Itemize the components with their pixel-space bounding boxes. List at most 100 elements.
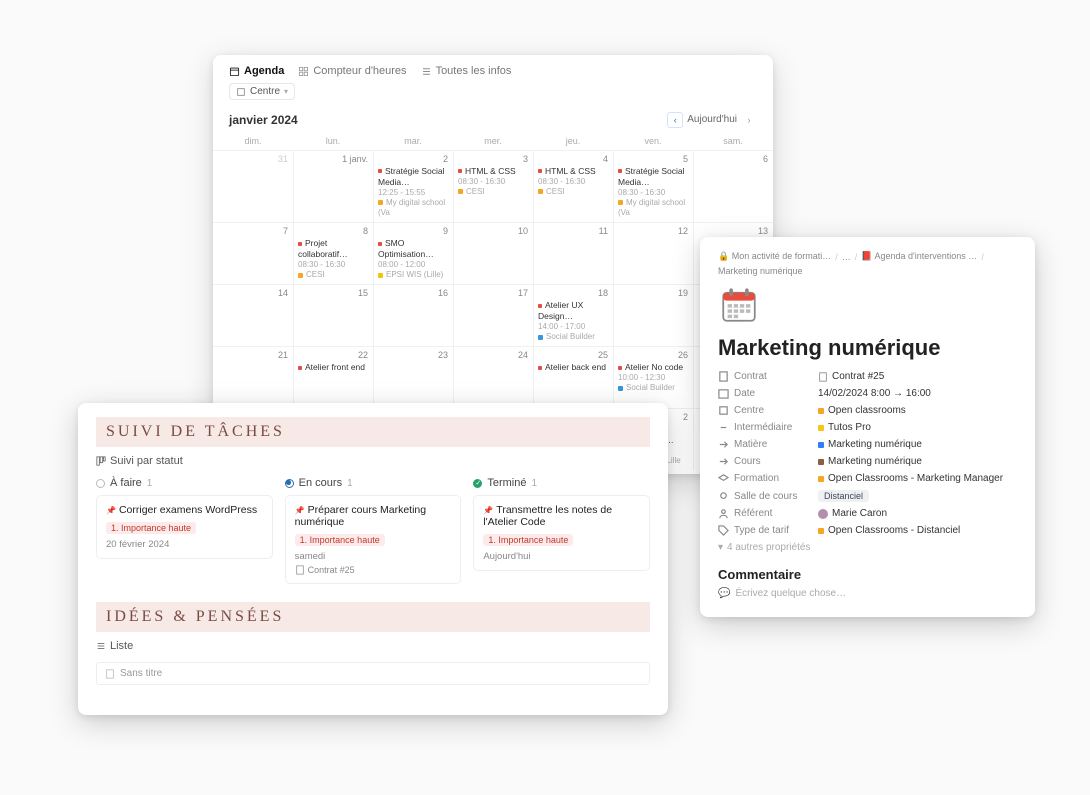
day-cell[interactable]: 17 [453,284,533,346]
day-cell[interactable]: 23 [373,346,453,408]
tag-icon [718,525,729,536]
day-cell[interactable]: 31 [213,150,293,222]
calendar-event[interactable]: Stratégie Social Media… 08:30 - 16:30 My… [618,166,689,219]
property-list: Contrat Contrat #25 Date 14/02/2024 8:00… [718,371,1017,536]
prop-matiere[interactable]: Marketing numérique [818,439,1017,450]
prop-cours[interactable]: Marketing numérique [818,456,1017,467]
crumb-agenda[interactable]: 📕 Agenda d'interventions … [861,251,977,262]
day-cell[interactable]: 7 [213,222,293,284]
filter-centre[interactable]: Centre ▾ [229,83,295,100]
pin-icon [718,491,729,502]
prop-contrat[interactable]: Contrat #25 [818,371,1017,382]
breadcrumb: 🔒 Mon activité de formati… /…/ 📕 Agenda … [718,251,1017,276]
day-cell[interactable]: 11 [533,222,613,284]
day-cell[interactable]: 14 [213,284,293,346]
day-cell[interactable]: 21 [213,346,293,408]
next-month-button[interactable]: › [741,112,757,128]
calendar-event[interactable]: Atelier No code 10:00 - 12:30 Social Bui… [618,362,689,394]
calendar-event[interactable]: Stratégie Social Media… 12:25 - 15:55 My… [378,166,449,219]
person-icon [718,508,729,519]
calendar-event[interactable]: Projet collaboratif… 08:30 - 16:30 CESI [298,238,369,281]
prop-salle[interactable]: Distanciel [818,490,1017,502]
calendar-event[interactable]: Atelier back end [538,362,609,373]
list-icon [96,641,106,651]
calendar-event[interactable]: Atelier front end [298,362,369,373]
today-button[interactable]: Aujourd'hui [687,114,737,125]
day-cell[interactable]: 1 janv. [293,150,373,222]
tab-agenda[interactable]: Agenda [229,65,284,77]
prev-month-button[interactable]: ‹ [667,112,683,128]
task-date: samedi [295,551,452,562]
day-cell[interactable]: 3 HTML & CSS 08:30 - 16:30 CESI [453,150,533,222]
task-title: Corriger examens WordPress [106,504,263,516]
task-card[interactable]: Transmettre les notes de l'Atelier Code … [473,495,650,571]
day-cell[interactable]: 8 Projet collaboratif… 08:30 - 16:30 CES… [293,222,373,284]
month-title: janvier 2024 [229,113,298,127]
calendar-large-icon [718,284,760,326]
column-done: Terminé 1 Transmettre les notes de l'Ate… [473,477,650,584]
calendar-tabs: Agenda Compteur d'heures Toutes les info… [213,55,773,77]
prop-date[interactable]: 14/02/2024 8:00 → 16:00 [818,388,1017,399]
day-cell[interactable]: 2 Stratégie Social Media… 12:25 - 15:55 … [373,150,453,222]
calendar-icon [229,66,240,77]
day-cell[interactable]: 24 [453,346,533,408]
arrow-icon [718,439,729,450]
doc-icon [718,371,729,382]
day-cell[interactable]: 5 Stratégie Social Media… 08:30 - 16:30 … [613,150,693,222]
day-cell[interactable]: 18 Atelier UX Design… 14:00 - 17:00 Soci… [533,284,613,346]
ideas-section: IDÉES & PENSÉES Liste Sans titre [96,602,650,685]
tasks-panel: SUIVI DE TÂCHES Suivi par statut À faire… [78,403,668,715]
day-cell[interactable]: 22 Atelier front end [293,346,373,408]
tab-toutes[interactable]: Toutes les infos [421,65,512,77]
prop-intermediaire[interactable]: Tutos Pro [818,422,1017,433]
day-cell[interactable]: 19 [613,284,693,346]
prop-tarif[interactable]: Open Classrooms - Distanciel [818,525,1017,536]
task-title: Préparer cours Marketing numérique [295,504,452,528]
board-icon [96,456,106,466]
prop-formation[interactable]: Open Classrooms - Marketing Manager [818,473,1017,484]
document-icon [295,565,305,575]
priority-badge: 1. Importance haute [106,522,196,534]
day-cell[interactable]: 15 [293,284,373,346]
day-cell[interactable]: 10 [453,222,533,284]
task-date: 20 février 2024 [106,539,263,550]
day-cell[interactable]: 16 [373,284,453,346]
task-date: Aujourd'hui [483,551,640,562]
day-cell[interactable]: 25 Atelier back end [533,346,613,408]
prop-centre[interactable]: Open classrooms [818,405,1017,416]
grid-icon [298,66,309,77]
comment-input[interactable]: 💬 Écrivez quelque chose… [718,588,1017,599]
calendar-event[interactable]: HTML & CSS 08:30 - 16:30 CESI [538,166,609,198]
building-icon [718,405,729,416]
status-todo-icon [96,479,105,488]
prop-referent[interactable]: Marie Caron [818,508,1017,519]
calendar-icon [718,388,729,399]
priority-badge: 1. Importance haute [295,534,385,546]
calendar-event[interactable]: Atelier UX Design… 14:00 - 17:00 Social … [538,300,609,343]
day-cell[interactable]: 9 SMO Optimisation… 08:00 - 12:00 EPSI W… [373,222,453,284]
day-names-row: dim.lun.mar.mer.jeu.ven.sam. [213,132,773,150]
idea-item[interactable]: Sans titre [96,662,650,685]
day-cell[interactable]: 26 Atelier No code 10:00 - 12:30 Social … [613,346,693,408]
ideas-subtab[interactable]: Liste [96,640,650,652]
crumb-root[interactable]: 🔒 Mon activité de formati… [718,251,831,262]
ideas-title: IDÉES & PENSÉES [96,602,650,632]
status-done-icon [473,479,482,488]
calendar-event[interactable]: SMO Optimisation… 08:00 - 12:00 EPSI WIS… [378,238,449,281]
page-icon [105,669,115,679]
calendar-event[interactable]: HTML & CSS 08:30 - 16:30 CESI [458,166,529,198]
task-title: Transmettre les notes de l'Atelier Code [483,504,640,528]
task-card[interactable]: Préparer cours Marketing numérique 1. Im… [285,495,462,584]
more-properties-toggle[interactable]: ▾ 4 autres propriétés [718,542,1017,553]
day-cell[interactable]: 4 HTML & CSS 08:30 - 16:30 CESI [533,150,613,222]
day-cell[interactable]: 6 [693,150,773,222]
day-cell[interactable]: 12 [613,222,693,284]
column-todo: À faire 1 Corriger examens WordPress 1. … [96,477,273,584]
status-progress-icon [285,479,294,488]
comments-heading: Commentaire [718,567,1017,582]
tab-compteur[interactable]: Compteur d'heures [298,65,406,77]
tasks-subtab[interactable]: Suivi par statut [96,455,650,467]
priority-badge: 1. Importance haute [483,534,573,546]
speech-bubble-icon: 💬 [718,588,730,599]
task-card[interactable]: Corriger examens WordPress 1. Importance… [96,495,273,559]
